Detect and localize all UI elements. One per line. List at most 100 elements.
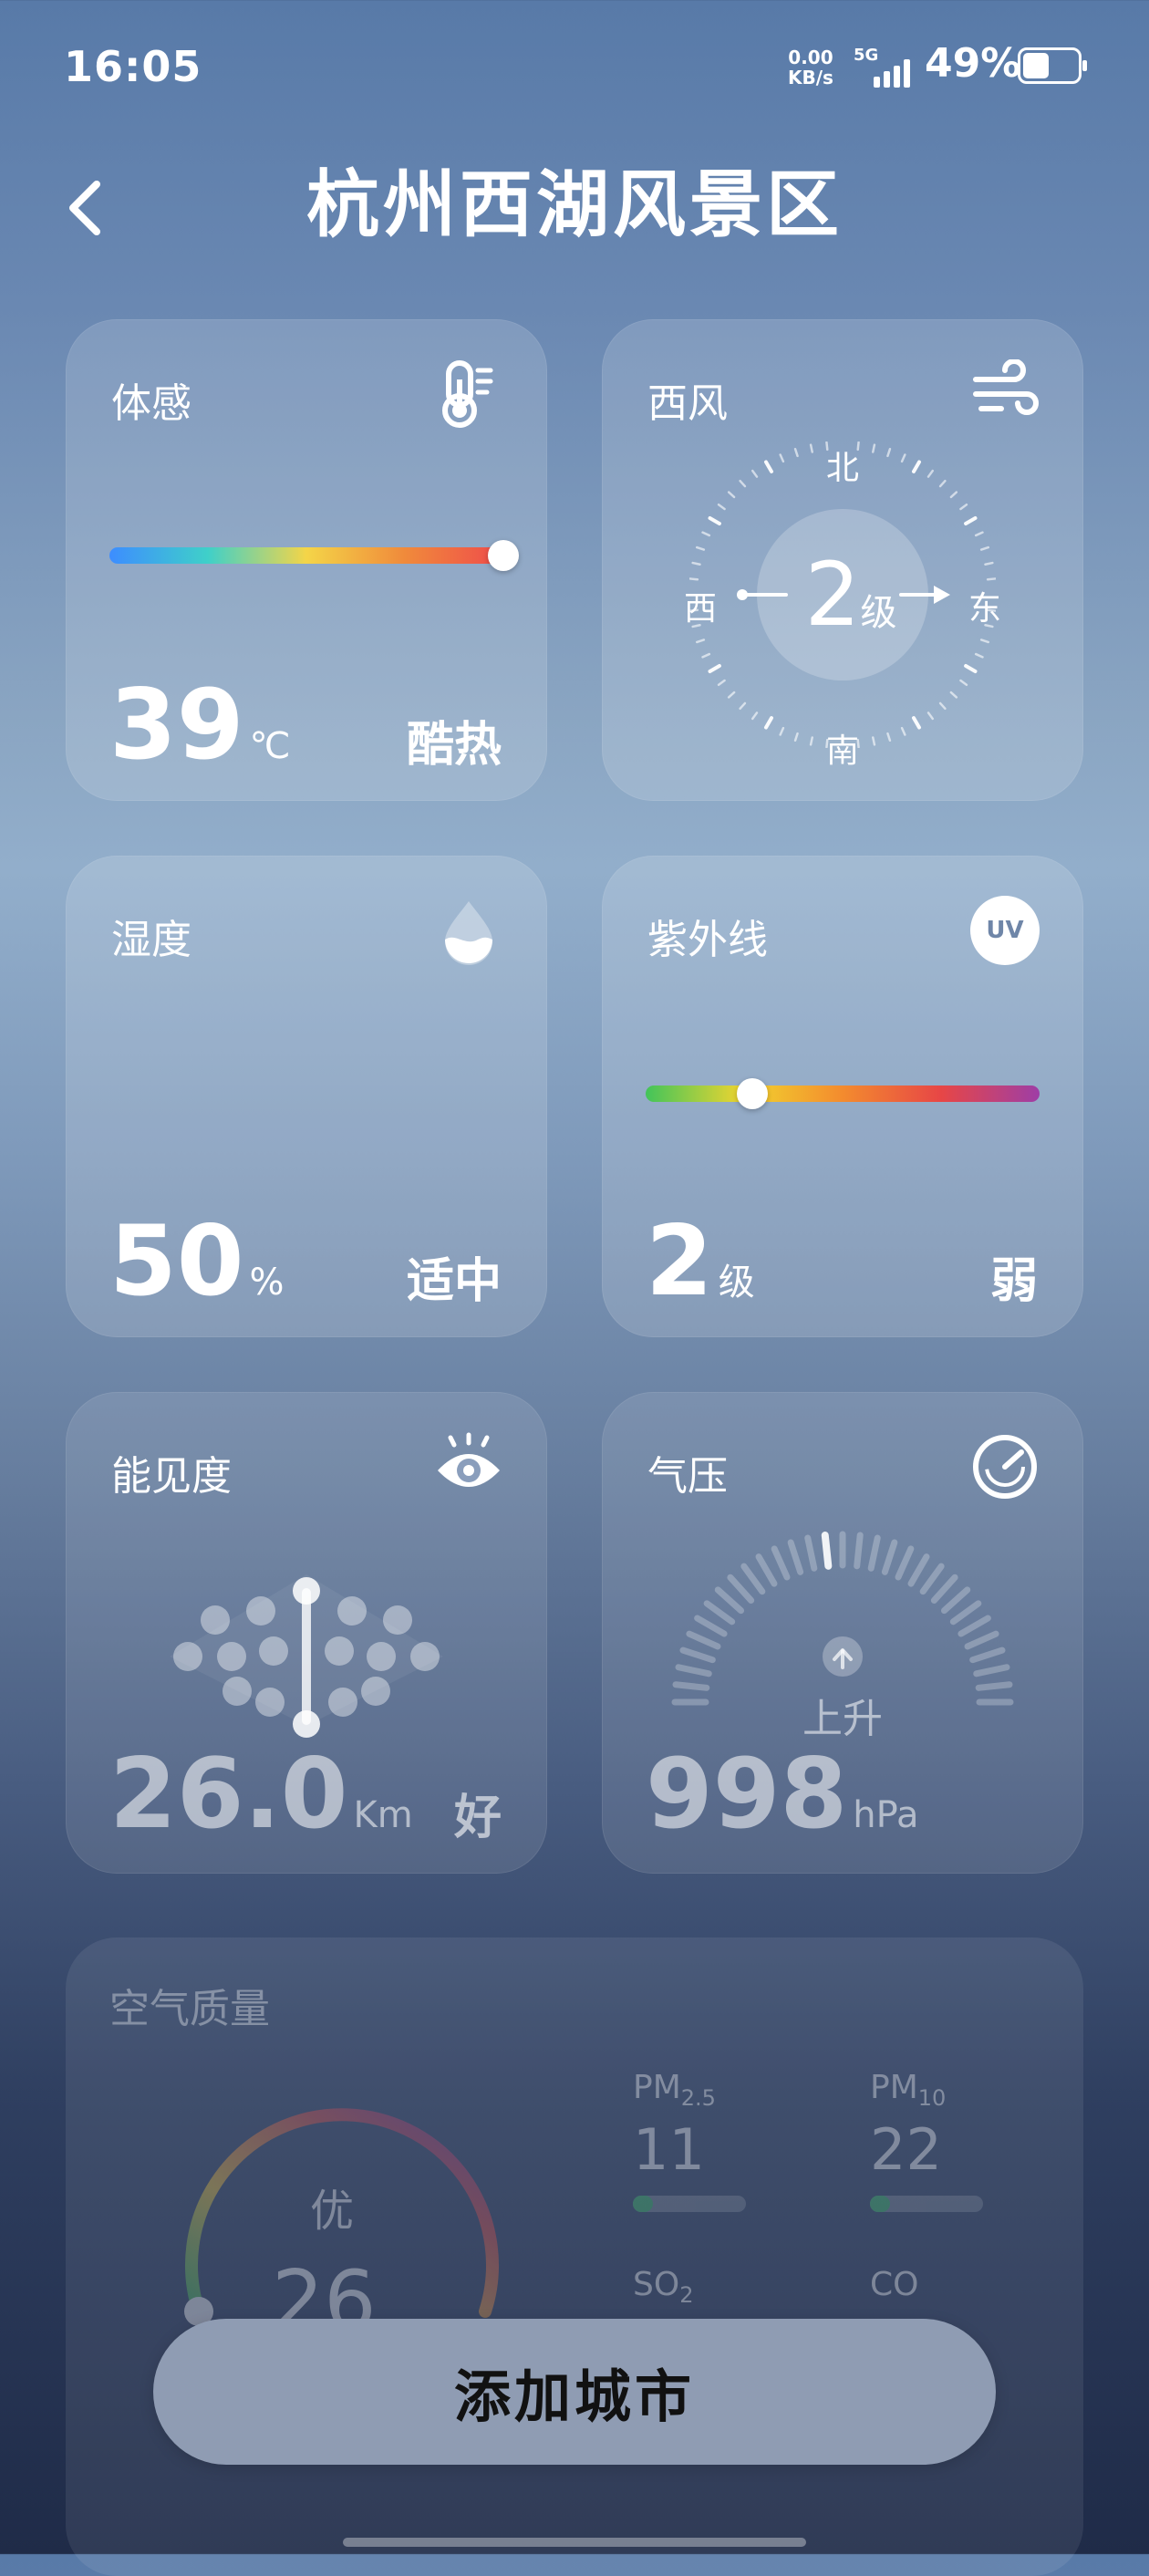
compass-tick — [900, 453, 906, 463]
feels-like-label: 体感 — [111, 380, 192, 427]
feels-like-indicator — [488, 540, 519, 571]
gauge-tick — [679, 1646, 716, 1664]
pm10-bar — [870, 2196, 983, 2213]
humidity-card[interactable]: 湿度 50% 适中 — [66, 856, 547, 1337]
add-city-button[interactable]: 添加城市 — [153, 2319, 996, 2465]
compass-tick — [695, 639, 706, 644]
gauge-icon — [973, 1435, 1037, 1499]
signal-strength-icon — [874, 59, 910, 88]
uv-card[interactable]: 紫外线 UV 2级 弱 — [602, 856, 1083, 1337]
compass-tick — [751, 469, 759, 478]
feels-like-card[interactable]: 体感 39 ℃ 酷热 — [66, 319, 547, 801]
visibility-label: 能见度 — [111, 1453, 232, 1500]
compass-tick — [727, 691, 736, 699]
page-title: 杭州西湖风景区 — [306, 162, 843, 247]
gauge-tick — [686, 1630, 721, 1650]
wind-card[interactable]: 西风 北 南 西 东 2级 — [602, 319, 1083, 801]
feels-like-value: 39 ℃ — [109, 669, 291, 781]
compass-tick — [926, 712, 934, 721]
humidity-desc: 适中 — [406, 1254, 502, 1309]
compass-tick — [949, 691, 958, 699]
compass-tick — [938, 701, 947, 711]
compass-tick — [912, 460, 921, 473]
gauge-tick — [740, 1563, 766, 1595]
gauge-tick — [821, 1532, 833, 1570]
compass-tick — [974, 531, 984, 537]
gauge-tick — [675, 1664, 712, 1678]
compass-tick — [984, 561, 994, 566]
pressure-trend: 上升 — [802, 1696, 883, 1742]
compass-tick — [900, 726, 906, 736]
feels-like-scale — [109, 547, 503, 564]
gauge-tick — [958, 1615, 991, 1637]
compass-tick — [739, 701, 747, 711]
wind-level: 2级 — [804, 544, 897, 646]
uv-scale — [646, 1085, 1040, 1102]
compass-tick — [708, 664, 721, 673]
gauge-tick — [771, 1545, 791, 1581]
back-arrow-icon[interactable] — [60, 171, 115, 244]
compass-tick — [809, 443, 813, 453]
gauge-tick — [973, 1664, 1010, 1678]
compass-tick — [739, 479, 747, 488]
compass-tick — [979, 545, 990, 551]
gauge-tick — [930, 1574, 958, 1605]
uv-icon: UV — [970, 896, 1040, 965]
compass-tick — [959, 679, 968, 686]
humidity-label: 湿度 — [111, 917, 192, 963]
pm25-item: PM2.5 11 — [633, 2069, 746, 2213]
thermometer-icon — [442, 360, 493, 428]
pm25-bar — [633, 2196, 746, 2213]
compass-west: 西 — [684, 590, 718, 628]
uv-value: 2级 — [646, 1205, 755, 1317]
visibility-card[interactable]: 能见度 26.0 Km 好 — [66, 1392, 547, 1874]
compass-tick — [751, 712, 759, 721]
gauge-tick — [755, 1553, 778, 1587]
compass-tick — [779, 726, 785, 736]
compass-tick — [886, 447, 892, 458]
gauge-tick — [964, 1630, 999, 1650]
compass-tick — [926, 469, 934, 478]
pressure-card[interactable]: 气压 上升 998 hPa — [602, 1392, 1083, 1874]
compass-north: 北 — [826, 450, 860, 487]
status-bar: 16:05 0.00 KB/s 5G 49% — [0, 0, 1149, 128]
air-quality-card[interactable]: 空气质量 优 26 PM2.5 11 PM10 22 SO2 CO — [66, 1937, 1083, 2576]
gauge-tick — [969, 1646, 1006, 1664]
wind-direction-label: 西风 — [647, 380, 728, 427]
gauge-tick — [804, 1534, 818, 1572]
compass-tick — [938, 479, 947, 488]
compass-tick — [689, 577, 699, 581]
compass-tick — [764, 716, 773, 730]
compass-tick — [701, 652, 711, 659]
wind-icon — [973, 359, 1039, 415]
so2-item: SO2 — [633, 2266, 694, 2309]
gauge-tick — [949, 1600, 982, 1626]
compass-tick — [886, 732, 892, 743]
gauge-tick — [867, 1534, 881, 1572]
compass-tick — [872, 736, 876, 746]
pressure-value: 998 hPa — [646, 1738, 919, 1850]
compass-tick — [964, 664, 978, 673]
gauge-tick — [694, 1615, 728, 1637]
gauge-tick — [940, 1586, 971, 1615]
compass-tick — [912, 716, 921, 730]
co-item: CO — [870, 2266, 919, 2303]
compass-south: 南 — [826, 732, 860, 770]
compass-tick — [979, 639, 990, 644]
battery-icon — [1018, 47, 1087, 84]
home-indicator — [343, 2538, 806, 2547]
compass-tick — [691, 561, 701, 566]
compass-tick — [717, 504, 726, 511]
compass-tick — [793, 447, 799, 458]
pressure-label: 气压 — [647, 1453, 728, 1500]
gauge-tick — [727, 1574, 755, 1605]
compass-tick — [974, 652, 984, 659]
compass-tick — [779, 453, 785, 463]
eye-icon — [438, 1432, 500, 1487]
compass-tick — [959, 504, 968, 511]
compass-tick — [701, 531, 711, 537]
visibility-desc: 好 — [453, 1791, 502, 1845]
gauge-tick — [895, 1545, 915, 1581]
compass-east: 东 — [968, 590, 1002, 628]
gauge-tick — [714, 1586, 745, 1615]
